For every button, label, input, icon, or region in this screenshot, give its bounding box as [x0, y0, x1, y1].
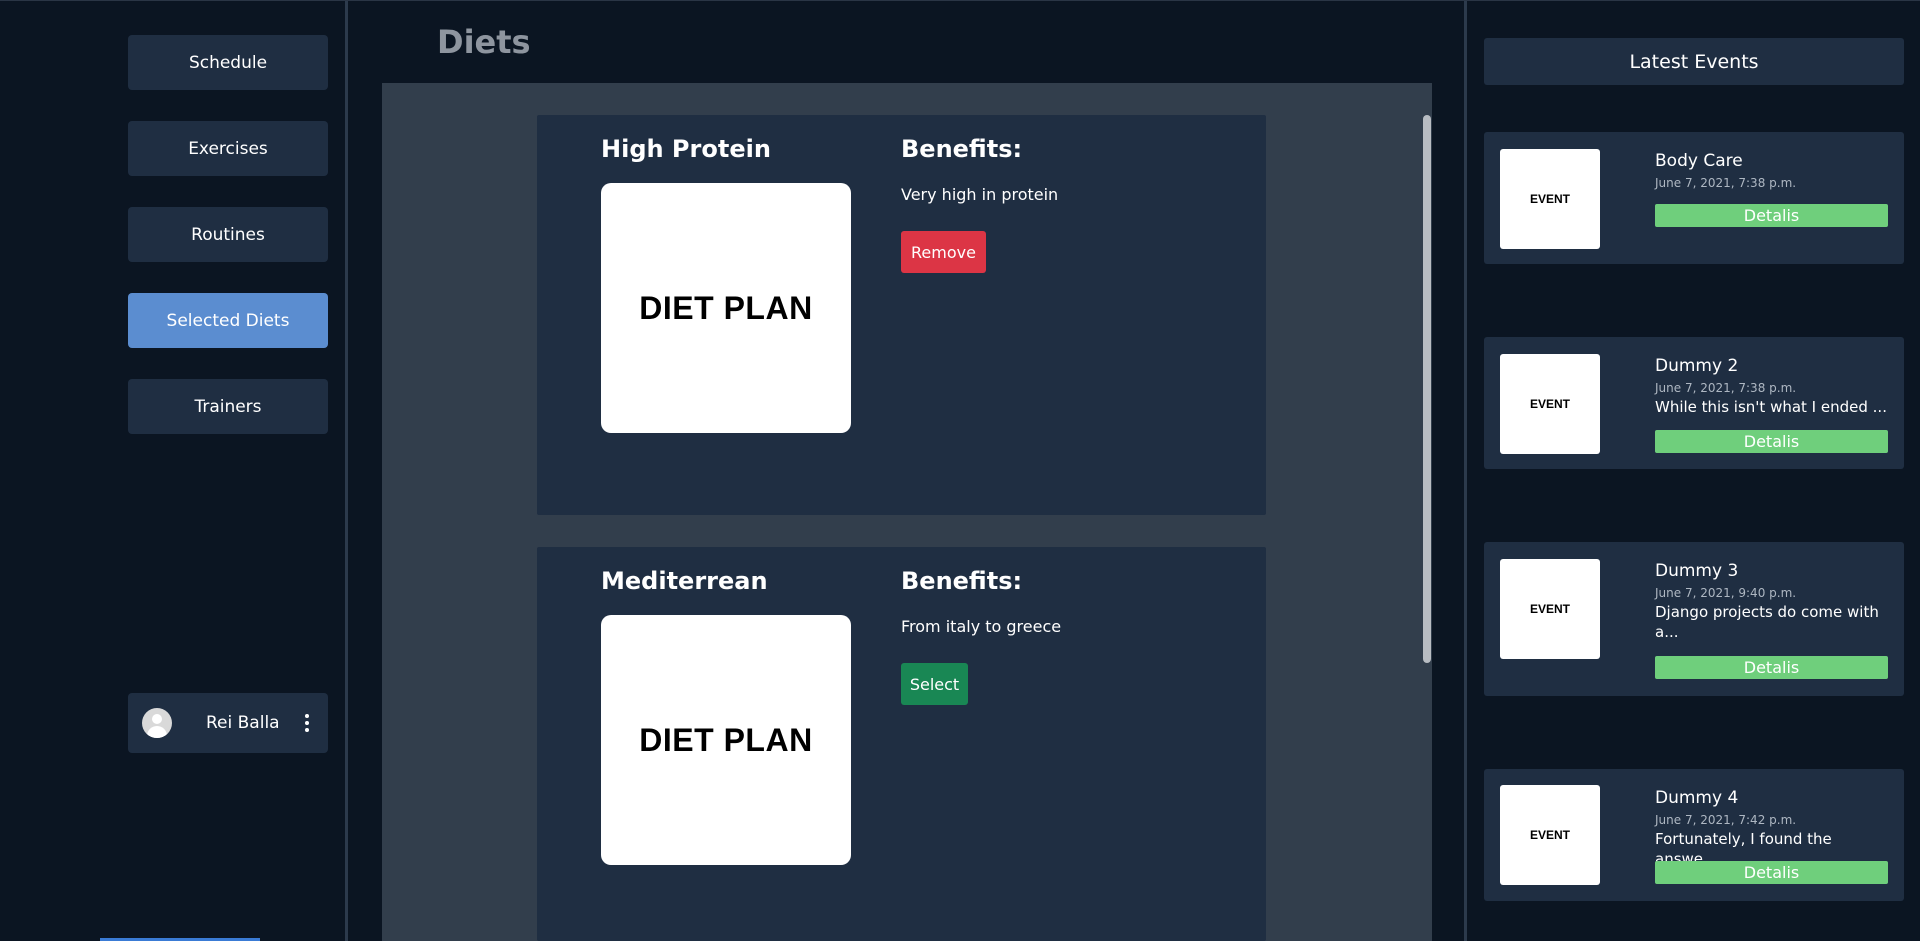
event-card: EVENT Body Care June 7, 2021, 7:38 p.m. …	[1484, 132, 1904, 264]
diet-plan-image: DIET PLAN	[601, 615, 851, 865]
event-date: June 7, 2021, 9:40 p.m.	[1655, 586, 1797, 600]
diet-image-text: DIET PLAN	[639, 721, 813, 758]
nav-schedule-button[interactable]: Schedule	[128, 35, 328, 90]
main-scrollbar[interactable]	[1423, 113, 1431, 941]
kebab-menu-icon[interactable]	[300, 714, 314, 732]
left-divider	[345, 1, 348, 941]
event-details-button[interactable]: Detalis	[1655, 656, 1888, 679]
event-thumbnail: EVENT	[1500, 354, 1600, 454]
event-thumbnail: EVENT	[1500, 149, 1600, 249]
benefits-title: Benefits:	[901, 135, 1023, 163]
event-card: EVENT Dummy 2 June 7, 2021, 7:38 p.m. Wh…	[1484, 337, 1904, 469]
diet-image-text: DIET PLAN	[639, 289, 813, 326]
event-title: Dummy 4	[1655, 788, 1739, 808]
remove-diet-button[interactable]: Remove	[901, 231, 986, 273]
event-thumbnail: EVENT	[1500, 559, 1600, 659]
event-card: EVENT Dummy 4 June 7, 2021, 7:42 p.m. Fo…	[1484, 769, 1904, 901]
diet-name: Mediterrean	[601, 567, 768, 595]
benefits-text: Very high in protein	[901, 185, 1059, 204]
nav-selected-diets-button[interactable]: Selected Diets	[128, 293, 328, 348]
event-title: Dummy 3	[1655, 561, 1739, 581]
user-card[interactable]: Rei Balla	[128, 693, 328, 753]
event-description: While this isn't what I ended ...	[1655, 398, 1887, 416]
event-thumb-text: EVENT	[1529, 602, 1570, 616]
event-date: June 7, 2021, 7:38 p.m.	[1655, 381, 1797, 395]
user-name: Rei Balla	[206, 713, 280, 733]
user-avatar-icon	[142, 708, 172, 738]
event-date: June 7, 2021, 7:38 p.m.	[1655, 176, 1797, 190]
diet-card: Mediterrean DIET PLAN Benefits: From ita…	[537, 547, 1266, 941]
event-details-button[interactable]: Detalis	[1655, 861, 1888, 884]
event-title: Dummy 2	[1655, 356, 1739, 376]
nav-exercises-button[interactable]: Exercises	[128, 121, 328, 176]
nav-routines-button[interactable]: Routines	[128, 207, 328, 262]
diet-card: High Protein DIET PLAN Benefits: Very hi…	[537, 115, 1266, 515]
sidebar: Schedule Exercises Routines Selected Die…	[0, 1, 346, 941]
nav-trainers-button[interactable]: Trainers	[128, 379, 328, 434]
event-details-button[interactable]: Detalis	[1655, 430, 1888, 453]
event-thumb-text: EVENT	[1529, 397, 1570, 411]
app-frame: Schedule Exercises Routines Selected Die…	[0, 0, 1920, 941]
latest-events-header: Latest Events	[1484, 38, 1904, 85]
diet-name: High Protein	[601, 135, 771, 163]
event-date: June 7, 2021, 7:42 p.m.	[1655, 813, 1797, 827]
page-title: Diets	[437, 23, 531, 61]
scrollbar-thumb[interactable]	[1423, 115, 1431, 663]
event-details-button[interactable]: Detalis	[1655, 204, 1888, 227]
event-thumb-text: EVENT	[1529, 828, 1570, 842]
event-thumb-text: EVENT	[1529, 192, 1570, 206]
select-diet-button[interactable]: Select	[901, 663, 968, 705]
event-description: Django projects do come with a...	[1655, 603, 1879, 641]
event-title: Body Care	[1655, 151, 1743, 171]
event-card: EVENT Dummy 3 June 7, 2021, 9:40 p.m. Dj…	[1484, 542, 1904, 696]
benefits-text: From italy to greece	[901, 617, 1062, 636]
event-thumbnail: EVENT	[1500, 785, 1600, 885]
right-divider	[1464, 1, 1467, 941]
diet-plan-image: DIET PLAN	[601, 183, 851, 433]
benefits-title: Benefits:	[901, 567, 1023, 595]
